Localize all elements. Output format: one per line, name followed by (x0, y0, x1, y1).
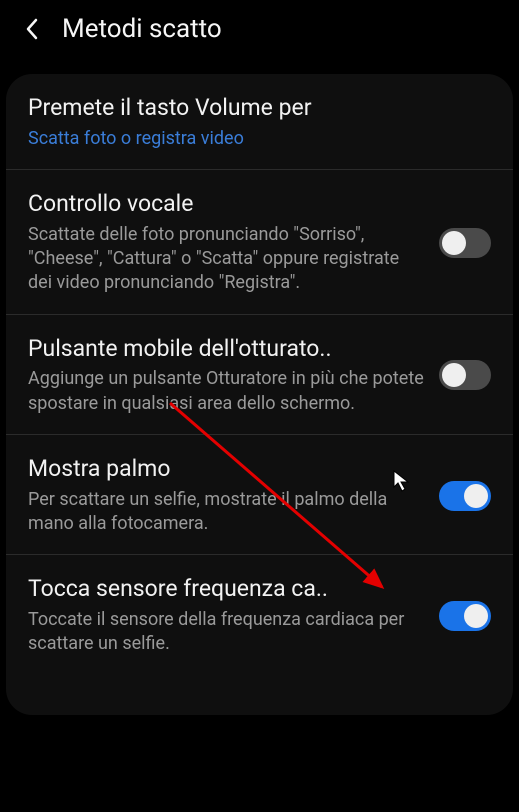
row-title: Mostra palmo (28, 455, 425, 484)
row-subtitle: Scattate delle foto pronunciando "Sorris… (28, 223, 425, 296)
row-voice-control[interactable]: Controllo vocale Scattate delle foto pro… (6, 170, 513, 315)
row-floating-shutter[interactable]: Pulsante mobile dell'otturato.. Aggiunge… (6, 315, 513, 435)
page-title: Metodi scatto (62, 14, 222, 44)
header: Metodi scatto (0, 0, 519, 56)
toggle-knob (464, 484, 488, 508)
back-icon[interactable] (20, 17, 44, 41)
row-title: Premete il tasto Volume per (28, 94, 477, 123)
toggle-knob (442, 231, 466, 255)
settings-panel: Premete il tasto Volume per Scatta foto … (6, 74, 513, 715)
row-show-palm[interactable]: Mostra palmo Per scattare un selfie, mos… (6, 435, 513, 555)
row-subtitle: Aggiunge un pulsante Otturatore in più c… (28, 367, 425, 416)
row-subtitle: Toccate il sensore della frequenza cardi… (28, 608, 425, 657)
toggle-voice-control[interactable] (439, 228, 491, 258)
row-subtitle: Per scattare un selfie, mostrate il palm… (28, 488, 425, 537)
toggle-show-palm[interactable] (439, 481, 491, 511)
row-title: Controllo vocale (28, 190, 425, 219)
row-volume-key[interactable]: Premete il tasto Volume per Scatta foto … (6, 74, 513, 170)
row-heart-rate-sensor[interactable]: Tocca sensore frequenza ca.. Toccate il … (6, 555, 513, 674)
toggle-knob (464, 604, 488, 628)
toggle-floating-shutter[interactable] (439, 360, 491, 390)
row-title: Tocca sensore frequenza ca.. (28, 575, 425, 604)
toggle-knob (442, 363, 466, 387)
row-title: Pulsante mobile dell'otturato.. (28, 335, 425, 364)
toggle-heart-rate-sensor[interactable] (439, 601, 491, 631)
row-subtitle: Scatta foto o registra video (28, 127, 477, 151)
